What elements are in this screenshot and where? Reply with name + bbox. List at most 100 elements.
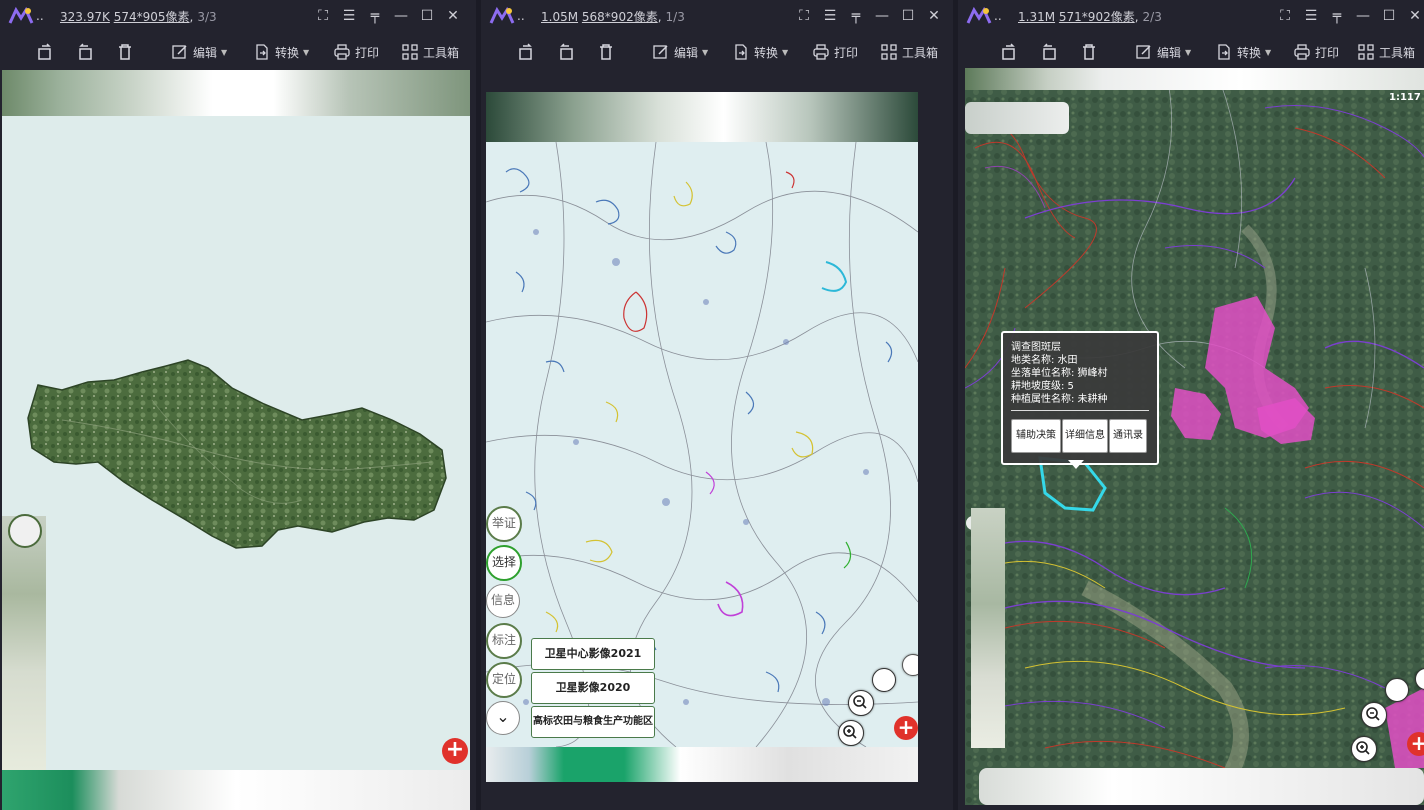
edit-icon — [172, 45, 187, 59]
maximize-icon[interactable]: ☐ — [418, 7, 436, 25]
rotate-right-icon — [79, 43, 92, 60]
annotate-button[interactable]: 标注 — [486, 623, 522, 659]
print-button[interactable]: 打印 — [334, 43, 379, 61]
locate-button[interactable]: 定位 — [486, 662, 522, 698]
blurred-header — [486, 92, 918, 142]
convert-button[interactable]: 转换 ▼ — [733, 43, 788, 61]
maximize-icon[interactable]: ☐ — [899, 7, 917, 25]
close-icon[interactable]: ✕ — [925, 7, 943, 25]
zoom-in-icon — [1356, 741, 1370, 755]
popup-slope: 耕地坡度级: 5 — [1011, 381, 1074, 392]
toolbox-button[interactable]: 工具箱 — [1358, 43, 1415, 61]
partial-circle-button[interactable] — [8, 514, 42, 548]
toolbox-button[interactable]: 工具箱 — [881, 43, 938, 61]
rotate-right-button[interactable] — [557, 43, 580, 61]
fullscreen-icon[interactable]: ⛶ — [314, 7, 332, 25]
evidence-button[interactable]: 举证 — [486, 506, 522, 542]
file-size[interactable]: 1.05M — [541, 10, 578, 24]
close-icon[interactable]: ✕ — [444, 7, 462, 25]
toolbar: 编辑 ▼ 转换 ▼ 打印 工具箱 — [0, 38, 476, 66]
zoom-in-button[interactable] — [838, 720, 864, 746]
convert-icon — [735, 44, 747, 60]
page-indicator: 3/3 — [197, 10, 217, 24]
app-logo-icon — [489, 6, 515, 24]
title-bar[interactable]: .. 323.97K 574*905像素, 3/3 ⛶ ☰ ╤ — ☐ ✕ — [0, 0, 476, 32]
edit-button[interactable]: 编辑 ▼ — [1136, 43, 1191, 61]
menu-icon[interactable]: ☰ — [340, 7, 358, 25]
pin-icon[interactable]: ╤ — [1328, 7, 1346, 25]
layer-satellite-2021[interactable]: 卫星中心影像2021 — [531, 638, 655, 670]
page-indicator: 1/3 — [665, 10, 685, 24]
page-indicator: 2/3 — [1142, 10, 1162, 24]
image-dims[interactable]: 568*902像素 — [582, 10, 658, 24]
minimize-icon[interactable]: — — [392, 7, 410, 25]
zoom-out-button[interactable] — [848, 690, 874, 716]
print-label: 打印 — [355, 45, 380, 60]
lock-button[interactable] — [902, 654, 918, 676]
edit-button[interactable]: 编辑 ▼ — [172, 43, 227, 61]
minimize-icon[interactable]: — — [1354, 7, 1372, 25]
collapse-button[interactable]: ⌄ — [486, 701, 520, 735]
layer-farmland[interactable]: 高标农田与粮食生产功能区 — [531, 706, 655, 738]
file-info: 1.05M 568*902像素, 1/3 — [541, 10, 685, 24]
fullscreen-icon[interactable]: ⛶ — [1276, 7, 1294, 25]
pin-icon[interactable]: ╤ — [847, 7, 865, 25]
toolbox-button[interactable]: 工具箱 — [402, 43, 459, 61]
delete-button[interactable] — [1080, 43, 1103, 61]
rotate-left-button[interactable] — [1000, 43, 1023, 61]
zoom-out-icon — [853, 695, 867, 709]
compass-button[interactable] — [1385, 678, 1409, 702]
menu-icon[interactable]: ☰ — [821, 7, 839, 25]
rotate-left-button[interactable] — [517, 43, 540, 61]
parcel-info-popup: 调查图斑层 地类名称: 水田 坐落单位名称: 狮峰村 耕地坡度级: 5 种植属性… — [1001, 331, 1159, 465]
fullscreen-icon[interactable]: ⛶ — [795, 7, 813, 25]
app-dots: .. — [994, 9, 1002, 23]
select-button[interactable]: 选择 — [486, 545, 522, 581]
rotate-left-button[interactable] — [36, 43, 59, 61]
toolbox-label: 工具箱 — [423, 45, 460, 60]
add-button[interactable]: + — [1407, 732, 1424, 756]
minimize-icon[interactable]: — — [873, 7, 891, 25]
rotate-left-icon — [1002, 43, 1015, 60]
contacts-button[interactable]: 通讯录 — [1109, 419, 1147, 453]
rotate-right-button[interactable] — [76, 43, 99, 61]
title-bar[interactable]: .. 1.31M 571*902像素, 2/3 ⛶ ☰ ╤ — ☐ ✕ — [958, 0, 1424, 32]
convert-icon — [256, 44, 268, 60]
delete-button[interactable] — [116, 43, 139, 61]
convert-button[interactable]: 转换 ▼ — [1216, 43, 1271, 61]
zoom-in-button[interactable] — [1351, 736, 1377, 762]
print-button[interactable]: 打印 — [813, 43, 858, 61]
zoom-out-icon — [1366, 707, 1380, 721]
app-logo-icon — [8, 6, 34, 24]
pin-icon[interactable]: ╤ — [366, 7, 384, 25]
layer-satellite-2020[interactable]: 卫星影像2020 — [531, 672, 655, 704]
zoom-out-button[interactable] — [1361, 702, 1387, 728]
menu-icon[interactable]: ☰ — [1302, 7, 1320, 25]
close-icon[interactable]: ✕ — [1406, 7, 1424, 25]
blurred-left-strip — [971, 508, 1005, 748]
delete-button[interactable] — [597, 43, 620, 61]
edit-button[interactable]: 编辑 ▼ — [653, 43, 708, 61]
compass-button[interactable] — [872, 668, 896, 692]
blurred-footer — [2, 770, 470, 810]
add-button[interactable]: + — [894, 716, 918, 740]
county-satellite-map — [27, 359, 447, 549]
rotate-left-icon — [519, 43, 532, 60]
toolbox-label: 工具箱 — [902, 45, 939, 60]
print-button[interactable]: 打印 — [1294, 43, 1339, 61]
add-button[interactable]: + — [442, 738, 468, 764]
convert-button[interactable]: 转换 ▼ — [254, 43, 309, 61]
maximize-icon[interactable]: ☐ — [1380, 7, 1398, 25]
file-size[interactable]: 323.97K — [60, 10, 110, 24]
image-dims[interactable]: 571*902像素 — [1059, 10, 1135, 24]
file-size[interactable]: 1.31M — [1018, 10, 1055, 24]
popup-divider — [1011, 410, 1149, 411]
blurred-footer — [486, 747, 918, 782]
info-button[interactable]: 信息 — [486, 584, 520, 618]
rotate-right-button[interactable] — [1040, 43, 1063, 61]
edit-label: 编辑 — [1157, 45, 1182, 60]
title-bar[interactable]: .. 1.05M 568*902像素, 1/3 ⛶ ☰ ╤ — ☐ ✕ — [481, 0, 953, 32]
image-dims[interactable]: 574*905像素 — [114, 10, 190, 24]
decision-support-button[interactable]: 辅助决策 — [1011, 419, 1061, 453]
details-button[interactable]: 详细信息 — [1062, 419, 1108, 453]
